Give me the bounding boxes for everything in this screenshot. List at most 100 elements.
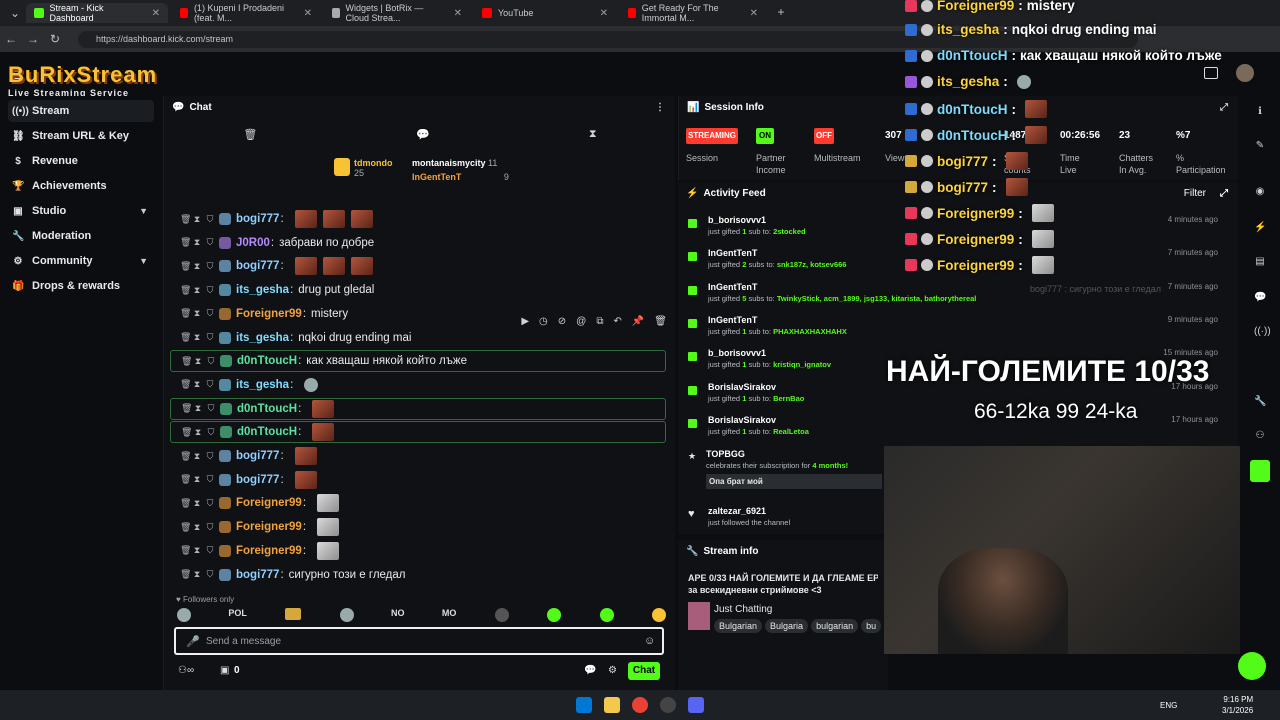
shield-icon[interactable]: ⛉ — [206, 261, 214, 272]
chat-message[interactable]: 🗑 ⧗ ⛉ Foreigner99: — [170, 516, 666, 538]
emote-button[interactable] — [494, 608, 509, 622]
pin-icon[interactable]: 📌 — [632, 316, 644, 327]
forward-icon[interactable]: → — [22, 32, 44, 46]
shield-icon[interactable]: ⛉ — [206, 522, 214, 533]
support-chat-icon[interactable] — [1238, 652, 1266, 680]
community-icon[interactable]: ⚇ — [1254, 430, 1266, 442]
chat-username[interactable]: d0nTtoucH — [237, 355, 297, 367]
trash-icon[interactable]: 🗑 — [180, 214, 191, 225]
chat-username[interactable]: Foreigner99 — [236, 545, 302, 557]
emote-button[interactable] — [651, 608, 666, 622]
sidebar-item-moderation[interactable]: 🔧 Moderation — [8, 225, 154, 247]
shield-icon[interactable]: ⛉ — [206, 569, 214, 580]
chat-username[interactable]: bogi777 — [236, 569, 279, 581]
hourglass-icon[interactable]: ⧗ — [193, 214, 201, 225]
emote-button[interactable] — [599, 608, 614, 622]
tab-list-icon[interactable]: ⌄ — [4, 6, 26, 20]
popout-icon[interactable]: ⤢ — [1220, 188, 1228, 199]
chat-username[interactable]: bogi777 — [236, 213, 279, 225]
trash-icon[interactable]: 🗑 — [181, 403, 192, 414]
chat-message[interactable]: 🗑 ⧗ ⛉ bogi777: — [170, 208, 666, 230]
chat-username[interactable]: bogi777 — [236, 474, 279, 486]
shield-icon[interactable]: ⛉ — [206, 545, 214, 556]
popout-icon[interactable]: ⤢ — [1220, 102, 1228, 113]
shield-icon[interactable]: ⛉ — [206, 332, 214, 343]
avatar[interactable] — [1236, 64, 1254, 82]
camera-icon[interactable]: ◉ — [1254, 186, 1266, 198]
lightning-icon[interactable]: ⚡ — [1254, 222, 1266, 234]
slash-icon[interactable]: ⊘ — [558, 316, 566, 327]
chat-message[interactable]: 🗑 ⧗ ⛉ d0nTtoucH: — [170, 397, 666, 420]
shield-icon[interactable]: ⛉ — [206, 214, 214, 225]
chat-icon[interactable]: 💬 — [416, 128, 430, 141]
top-gifter-2[interactable]: montanaismycity 11 — [412, 158, 497, 168]
more-options-icon[interactable]: ⋮ — [655, 102, 665, 113]
trash-icon[interactable]: 🗑 — [180, 569, 191, 580]
hourglass-icon[interactable]: ⧗ — [193, 237, 201, 248]
chat-username[interactable]: its_gesha — [236, 332, 289, 344]
chat-message[interactable]: 🗑 ⧗ ⛉ bogi777: сигурно този е гледал — [170, 564, 666, 586]
mention-icon[interactable]: @ — [576, 316, 586, 327]
sidebar-item-drops[interactable]: 🎁 Drops & rewards — [8, 275, 154, 297]
close-tab-icon[interactable]: ✕ — [750, 8, 758, 19]
chat-message[interactable]: 🗑 ⧗ ⛉ its_gesha: — [170, 374, 666, 396]
trash-icon[interactable]: 🗑 — [243, 128, 257, 141]
emoji-icon[interactable]: ☺ — [644, 635, 655, 647]
trash-icon[interactable]: 🗑 — [180, 522, 191, 533]
shield-icon[interactable]: ⛉ — [206, 308, 214, 319]
chat-message[interactable]: 🗑 ⧗ ⛉ its_gesha: drug put gledal — [170, 279, 666, 301]
close-tab-icon[interactable]: ✕ — [304, 8, 312, 19]
hourglass-icon[interactable]: ⧗ — [193, 522, 201, 533]
chat-username[interactable]: bogi777 — [236, 450, 279, 462]
close-tab-icon[interactable]: ✕ — [454, 8, 462, 19]
chat-settings-bubble-icon[interactable]: 💬 — [584, 665, 596, 676]
kick-app-icon[interactable] — [1250, 460, 1270, 482]
chat-username[interactable]: its_gesha — [236, 379, 289, 391]
multistream-toggle[interactable]: OFF — [814, 128, 834, 144]
emote-button[interactable] — [547, 608, 562, 622]
top-gifter-3[interactable]: InGentTenT 9 — [412, 172, 509, 182]
chat-username[interactable]: Foreigner99 — [236, 308, 302, 320]
hourglass-icon[interactable]: ⧗ — [194, 403, 202, 414]
filter-button[interactable]: Filter — [1184, 188, 1206, 199]
chat-username[interactable]: its_gesha — [236, 284, 289, 296]
chat-message[interactable]: 🗑 ⧗ ⛉ Foreigner99: — [170, 540, 666, 562]
hourglass-icon[interactable]: ⧗ — [589, 128, 597, 141]
delete-icon[interactable]: 🗑 — [654, 316, 667, 327]
chrome-icon[interactable] — [632, 697, 648, 713]
tab-youtube-song[interactable]: (1) Kupeni I Prodadeni (feat. M... ✕ — [172, 3, 320, 23]
sidebar-item-stream-url[interactable]: ⛓ Stream URL & Key — [8, 125, 154, 147]
shield-icon[interactable]: ⛉ — [206, 285, 214, 296]
wrench-icon[interactable]: 🔧 — [1254, 396, 1266, 408]
shield-icon[interactable]: ⛉ — [206, 237, 214, 248]
obs-icon[interactable] — [660, 697, 676, 713]
trash-icon[interactable]: 🗑 — [180, 261, 191, 272]
chat-username[interactable]: Foreigner99 — [236, 521, 302, 533]
hourglass-icon[interactable]: ⧗ — [193, 308, 201, 319]
trash-icon[interactable]: 🗑 — [180, 498, 191, 509]
shield-icon[interactable]: ⛉ — [207, 427, 215, 438]
hourglass-icon[interactable]: ⧗ — [193, 261, 201, 272]
trash-icon[interactable]: 🗑 — [180, 379, 191, 390]
tab-youtube[interactable]: YouTube ✕ — [474, 3, 616, 23]
chat-username[interactable]: Foreigner99 — [236, 497, 302, 509]
tag[interactable]: bulgarian — [811, 619, 859, 633]
send-chat-button[interactable]: Chat — [628, 662, 660, 680]
hourglass-icon[interactable]: ⧗ — [193, 498, 201, 509]
users-icon[interactable]: ⚇∞ — [178, 665, 194, 676]
emote-button[interactable] — [339, 608, 354, 622]
gear-icon[interactable]: ⚙ — [608, 665, 617, 676]
edit-icon[interactable]: ✎ — [1254, 140, 1266, 152]
category-name[interactable]: Just Chatting — [714, 604, 772, 615]
chat-message[interactable]: 🗑 ⧗ ⛉ bogi777: — [170, 469, 666, 491]
reload-icon[interactable]: ↻ — [44, 32, 66, 46]
sidebar-item-revenue[interactable]: $ Revenue — [8, 150, 154, 172]
hourglass-icon[interactable]: ⧗ — [193, 569, 201, 580]
timeout-icon[interactable]: ◷ — [539, 316, 548, 327]
hourglass-icon[interactable]: ⧗ — [193, 332, 201, 343]
emote-button[interactable] — [177, 608, 191, 622]
chat-message[interactable]: 🗑 ⧗ ⛉ d0nTtoucH: как хващаш някой който лъже — [170, 350, 666, 373]
activity-user[interactable]: InGentTenT — [708, 315, 1230, 325]
tag[interactable]: Bulgaria — [765, 619, 809, 633]
trash-icon[interactable]: 🗑 — [180, 237, 191, 248]
